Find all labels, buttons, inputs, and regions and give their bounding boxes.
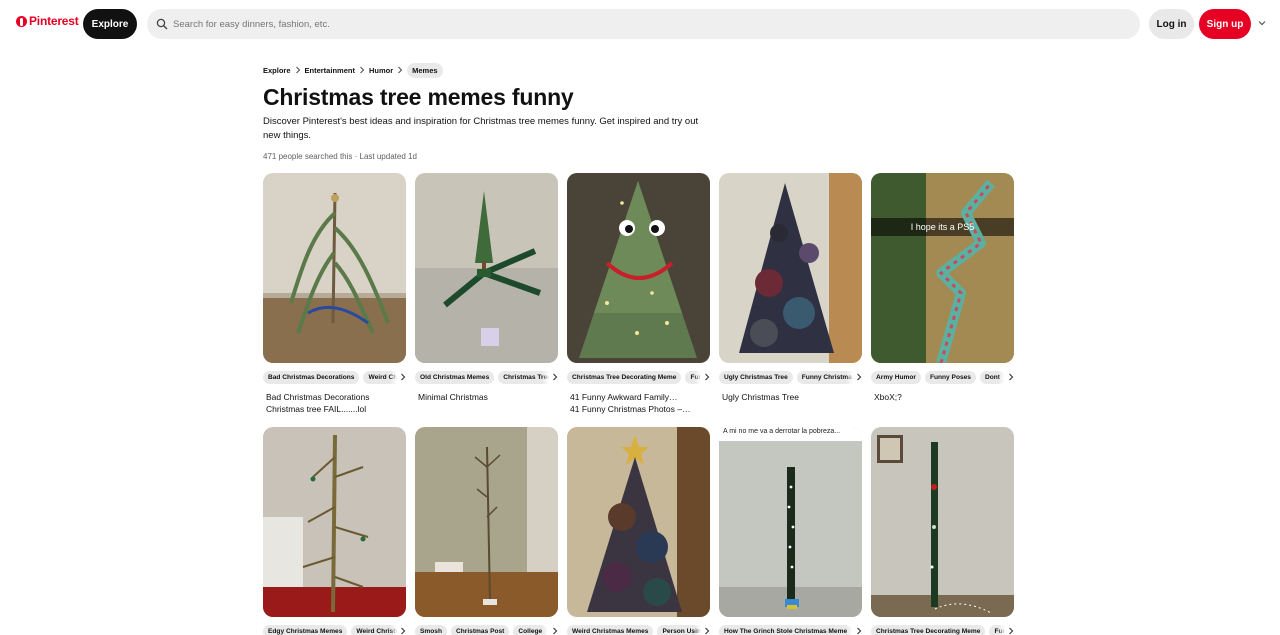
pin-tags: How The Grinch Stole Christmas Meme — [719, 623, 862, 635]
pin-tags: Smosh Christmas Post College — [415, 623, 558, 635]
pin-image[interactable] — [263, 173, 406, 363]
breadcrumb-explore[interactable]: Explore — [263, 66, 291, 75]
tag-chip[interactable]: Christmas Post — [450, 624, 510, 635]
chevron-right-icon[interactable] — [846, 369, 862, 385]
tag-chip[interactable]: Christmas Tree Decorating Meme — [871, 624, 986, 635]
tag-chip[interactable]: Bad Christmas Decorations — [263, 370, 360, 384]
search-bar[interactable] — [147, 9, 1140, 39]
search-input[interactable] — [173, 18, 1073, 30]
page-title: Christmas tree memes funny — [263, 84, 574, 110]
snap-caption: I hope its a PS5 — [910, 222, 975, 232]
pin-title[interactable]: Bad Christmas Decorations — [266, 391, 404, 403]
pin-card[interactable]: Smosh Christmas Post College — [415, 427, 558, 635]
chevron-right-icon[interactable] — [998, 369, 1014, 385]
tag-chip[interactable]: Smosh — [415, 624, 447, 635]
pin-image[interactable] — [415, 427, 558, 617]
signup-button[interactable]: Sign up — [1199, 9, 1251, 39]
pin-card[interactable]: I hope its a PS5 Army Humor Funny Poses … — [871, 173, 1014, 402]
chevron-right-icon[interactable] — [542, 623, 558, 635]
chevron-right-icon[interactable] — [846, 623, 862, 635]
explore-button[interactable]: Explore — [83, 9, 137, 39]
breadcrumb-memes[interactable]: Memes — [407, 62, 443, 78]
pin-tags: Bad Christmas Decorations Weird Christma… — [263, 369, 406, 385]
pinterest-logo-icon — [16, 15, 27, 27]
search-stats: 471 people searched this · Last updated … — [263, 152, 417, 161]
pin-image[interactable] — [719, 173, 862, 363]
pin-title[interactable]: Minimal Christmas — [418, 391, 556, 403]
pin-title[interactable]: Ugly Christmas Tree — [722, 391, 860, 403]
chevron-right-icon[interactable] — [390, 623, 406, 635]
logo-text: Pinterest — [29, 14, 79, 28]
pin-card[interactable]: Bad Christmas Decorations Weird Christma… — [263, 173, 406, 414]
search-icon — [156, 18, 168, 30]
pin-tags: Christmas Tree Decorating Meme Funny — [871, 623, 1014, 635]
chevron-right-icon — [291, 66, 305, 74]
pin-card[interactable]: Weird Christmas Memes Person Using — [567, 427, 710, 635]
tag-chip[interactable]: Edgy Christmas Memes — [263, 624, 348, 635]
pin-subtitle[interactable]: Christmas tree FAIL.......lol — [266, 403, 404, 415]
login-button[interactable]: Log in — [1149, 9, 1194, 39]
pin-tags: Edgy Christmas Memes Weird Christmas — [263, 623, 406, 635]
page-description: Discover Pinterest's best ideas and insp… — [263, 116, 699, 141]
pin-tags: Ugly Christmas Tree Funny Christmas — [719, 369, 862, 385]
tag-chip[interactable]: Funny Poses — [924, 370, 976, 384]
overlay-caption: A mi no me va a derrotar la pobreza... — [723, 428, 841, 435]
chevron-right-icon — [393, 66, 407, 74]
breadcrumb: Explore Entertainment Humor Memes — [263, 62, 443, 78]
pin-card[interactable]: Christmas Tree Decorating Meme Funny — [871, 427, 1014, 635]
chevron-right-icon[interactable] — [694, 623, 710, 635]
pin-tags: Christmas Tree Decorating Meme Funny — [567, 369, 710, 385]
chevron-right-icon[interactable] — [390, 369, 406, 385]
pin-tags: Weird Christmas Memes Person Using — [567, 623, 710, 635]
pin-image[interactable] — [567, 173, 710, 363]
chevron-right-icon — [355, 66, 369, 74]
pin-tags: Army Humor Funny Poses Dont — [871, 369, 1014, 385]
pin-image[interactable] — [567, 427, 710, 617]
pin-subtitle[interactable]: 41 Funny Christmas Photos –… — [570, 403, 708, 415]
top-nav: Pinterest Explore Log in Sign up — [0, 0, 1280, 48]
pin-title[interactable]: XboX;? — [874, 391, 1012, 403]
pin-image[interactable] — [415, 173, 558, 363]
breadcrumb-humor[interactable]: Humor — [369, 66, 393, 75]
pin-card[interactable]: Old Christmas Memes Christmas Tree Minim… — [415, 173, 558, 402]
tag-chip[interactable]: Army Humor — [871, 370, 921, 384]
chevron-right-icon[interactable] — [998, 623, 1014, 635]
pin-card[interactable]: Ugly Christmas Tree Funny Christmas Ugly… — [719, 173, 862, 402]
pin-card[interactable]: Christmas Tree Decorating Meme Funny 41 … — [567, 173, 710, 414]
pin-card[interactable]: Edgy Christmas Memes Weird Christmas — [263, 427, 406, 635]
pin-image[interactable] — [871, 427, 1014, 617]
tag-chip[interactable]: How The Grinch Stole Christmas Meme — [719, 624, 853, 635]
tag-chip[interactable]: Ugly Christmas Tree — [719, 370, 793, 384]
tag-chip[interactable]: Christmas Tree Decorating Meme — [567, 370, 682, 384]
pin-image[interactable]: A mi no me va a derrotar la pobreza... — [719, 427, 862, 617]
pin-image[interactable]: I hope its a PS5 — [871, 173, 1014, 363]
chevron-down-icon[interactable] — [1256, 17, 1268, 29]
tag-chip[interactable]: Weird Christmas Memes — [567, 624, 654, 635]
pin-image[interactable] — [263, 427, 406, 617]
pin-tags: Old Christmas Memes Christmas Tree — [415, 369, 558, 385]
pinterest-logo[interactable]: Pinterest — [16, 14, 79, 28]
pin-card[interactable]: A mi no me va a derrotar la pobreza... H… — [719, 427, 862, 635]
chevron-right-icon[interactable] — [694, 369, 710, 385]
tag-chip[interactable]: Old Christmas Memes — [415, 370, 495, 384]
chevron-right-icon[interactable] — [542, 369, 558, 385]
pin-title[interactable]: 41 Funny Awkward Family… — [570, 391, 708, 403]
breadcrumb-entertainment[interactable]: Entertainment — [305, 66, 355, 75]
